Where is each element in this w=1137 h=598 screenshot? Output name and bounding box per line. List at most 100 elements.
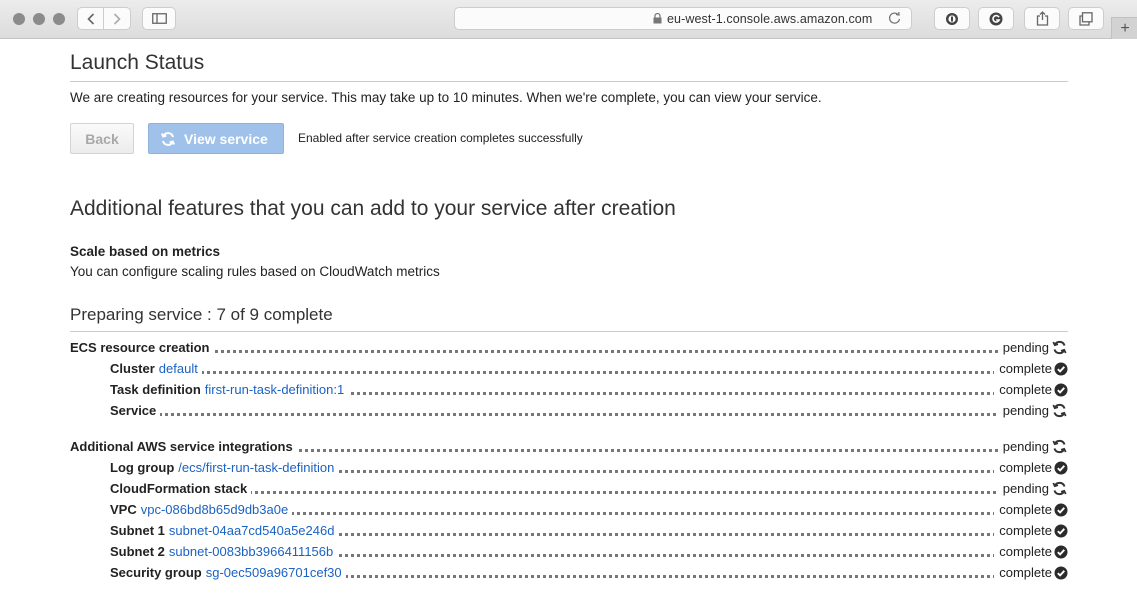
privacy-icon	[946, 12, 958, 25]
resource-label: Subnet 1 subnet-04aa7cd540a5e246d	[110, 523, 339, 538]
dotted-leader	[70, 350, 1064, 353]
scale-title: Scale based on metrics	[70, 244, 221, 259]
status-text: complete	[999, 361, 1052, 376]
page-title: Launch Status	[70, 51, 205, 74]
dotted-leader	[110, 413, 1064, 416]
check-circle-icon	[1054, 383, 1068, 397]
back-button-label: Back	[85, 130, 119, 147]
status-indicator: pending	[997, 481, 1068, 496]
address-bar[interactable]: eu-west-1.console.aws.amazon.com	[454, 7, 912, 30]
pending-refresh-icon	[1051, 403, 1068, 418]
resource-link[interactable]: default	[159, 361, 198, 376]
refresh-icon	[160, 131, 176, 147]
resource-link[interactable]: subnet-0083bb3966411156b	[169, 544, 333, 559]
view-service-label: View service	[184, 130, 268, 147]
pending-refresh-icon	[1051, 439, 1068, 454]
grammarly-icon	[989, 12, 1003, 25]
features-title: Additional features that you can add to …	[70, 197, 676, 220]
pending-refresh-icon	[1051, 481, 1068, 496]
minimize-window-button[interactable]	[33, 13, 45, 25]
status-indicator: complete	[994, 544, 1068, 559]
status-indicator: complete	[994, 361, 1068, 376]
resource-link[interactable]: first-run-task-definition:1	[205, 382, 344, 397]
status-indicator: pending	[997, 439, 1068, 454]
resource-name: Log group	[110, 460, 175, 475]
status-text: pending	[1002, 403, 1049, 418]
check-circle-icon	[1054, 524, 1068, 538]
status-row-item-1-5: Security group sg-0ec509a96701cef30 comple…	[70, 563, 1068, 583]
status-indicator: complete	[994, 565, 1068, 580]
tabs-icon	[1079, 11, 1093, 26]
check-circle-icon	[1054, 503, 1068, 517]
resource-label: Cluster default	[110, 361, 202, 376]
status-text: complete	[999, 544, 1052, 559]
close-window-button[interactable]	[13, 13, 25, 25]
check-circle-icon	[1054, 545, 1068, 559]
status-indicator: complete	[994, 502, 1068, 517]
status-row-item-1-2: VPC vpc-086bd8b65d9db3a0e complete	[70, 500, 1068, 520]
browser-toolbar: eu-west-1.console.aws.amazon.com	[0, 0, 1137, 39]
status-row-item-1-1: CloudFormation stack pending	[70, 479, 1068, 499]
resource-link[interactable]: vpc-086bd8b65d9db3a0e	[141, 502, 288, 517]
chevron-left-icon	[86, 12, 94, 25]
lock-icon	[653, 13, 662, 24]
resource-label: Security group sg-0ec509a96701cef30	[110, 565, 346, 580]
sidebar-toggle-button[interactable]	[142, 7, 176, 30]
resource-label: Subnet 2 subnet-0083bb3966411156b	[110, 544, 338, 559]
forward-nav-button[interactable]	[104, 7, 131, 30]
share-icon	[1036, 11, 1048, 26]
resource-link[interactable]: /ecs/first-run-task-definition	[178, 460, 334, 475]
resource-name: ECS resource creation	[70, 340, 210, 355]
resource-name: Task definition	[110, 382, 201, 397]
status-text: pending	[1002, 340, 1049, 355]
sidebar-icon	[151, 13, 167, 24]
resource-link[interactable]: sg-0ec509a96701cef30	[206, 565, 342, 580]
dotted-leader	[110, 491, 1064, 494]
back-nav-button[interactable]	[77, 7, 104, 30]
resource-name: Subnet 1	[110, 523, 165, 538]
resource-label: VPC vpc-086bd8b65d9db3a0e	[110, 502, 293, 517]
status-indicator: complete	[994, 382, 1068, 397]
check-circle-icon	[1054, 566, 1068, 580]
resource-label: Log group/ecs/first-run-task-definition	[110, 460, 339, 475]
tabs-overview-button[interactable]	[1068, 7, 1104, 30]
resource-label: Task definition first-run-task-definition…	[110, 382, 349, 397]
status-text: complete	[999, 523, 1052, 538]
resource-label: CloudFormation stack	[110, 481, 252, 496]
progress-title: Preparing service : 7 of 9 complete	[70, 305, 333, 324]
share-button[interactable]	[1024, 7, 1060, 30]
reload-icon[interactable]	[887, 11, 902, 26]
resource-link[interactable]: subnet-04aa7cd540a5e246d	[169, 523, 335, 538]
status-row-item-1-4: Subnet 2 subnet-0083bb3966411156b complete	[70, 542, 1068, 562]
resource-label: Additional AWS service integrations	[70, 439, 297, 454]
back-button[interactable]: Back	[70, 123, 134, 154]
status-text: pending	[1002, 439, 1049, 454]
resource-label: Service	[110, 403, 161, 418]
status-text: complete	[999, 460, 1052, 475]
resource-label: ECS resource creation	[70, 340, 214, 355]
status-row-item-1-0: Log group/ecs/first-run-task-definition c…	[70, 458, 1068, 478]
status-indicator: complete	[994, 523, 1068, 538]
status-indicator: complete	[994, 460, 1068, 475]
status-row-item-1-3: Subnet 1 subnet-04aa7cd540a5e246d complete	[70, 521, 1068, 541]
check-circle-icon	[1054, 362, 1068, 376]
status-text: complete	[999, 565, 1052, 580]
status-indicator: pending	[997, 403, 1068, 418]
status-indicator: pending	[997, 340, 1068, 355]
check-circle-icon	[1054, 461, 1068, 475]
status-row-group-1: Additional AWS service integrations pendi…	[70, 437, 1068, 457]
scale-description: You can configure scaling rules based on…	[70, 264, 440, 279]
zoom-window-button[interactable]	[53, 13, 65, 25]
grammar-extension-button[interactable]	[978, 7, 1014, 30]
privacy-extension-button[interactable]	[934, 7, 970, 30]
resource-name: Security group	[110, 565, 202, 580]
resource-name: CloudFormation stack	[110, 481, 248, 496]
new-tab-button[interactable]: +	[1111, 17, 1137, 39]
resource-name: Additional AWS service integrations	[70, 439, 293, 454]
view-service-button[interactable]: View service	[148, 123, 284, 154]
dotted-leader	[110, 371, 1064, 374]
chevron-right-icon	[113, 12, 121, 25]
status-row-item-0-0: Cluster default complete	[70, 359, 1068, 379]
plus-icon: +	[1120, 19, 1130, 37]
launch-info-text: We are creating resources for your servi…	[70, 90, 822, 105]
